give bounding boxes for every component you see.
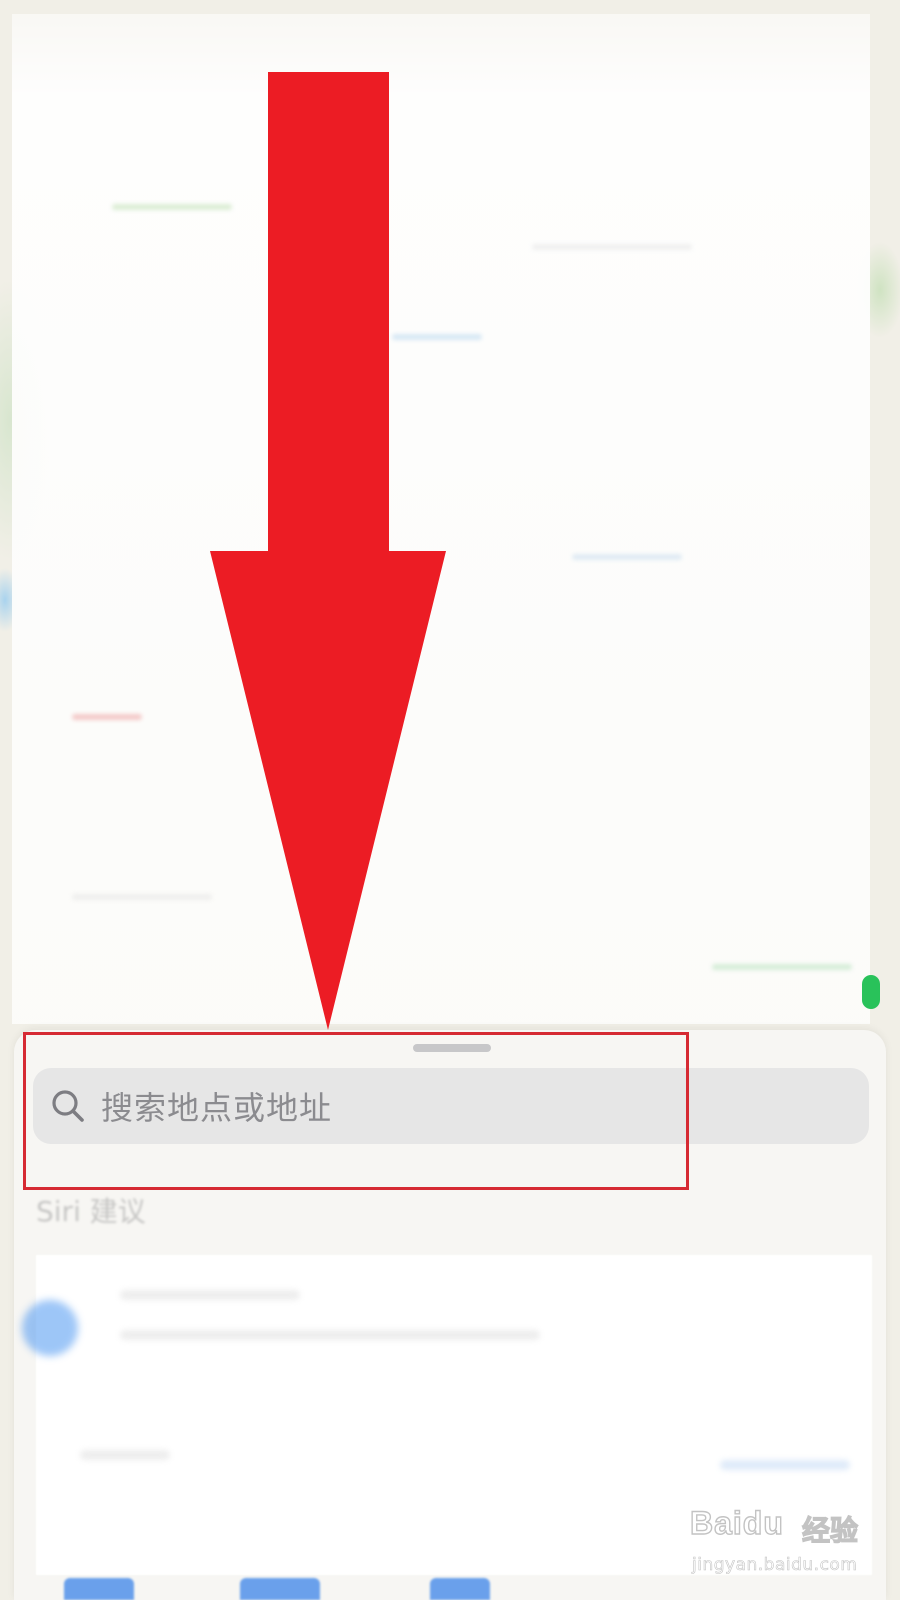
watermark-label: 经验 [801, 1513, 859, 1547]
watermark-logo: Baidu [689, 1504, 784, 1541]
map-road [712, 964, 852, 970]
watermark: Baidu 经验 jingyan.baidu.com [689, 1504, 890, 1585]
suggestion-subtitle [120, 1330, 540, 1340]
map-road [72, 894, 212, 900]
map-road [112, 204, 232, 210]
map-dim-overlay [12, 14, 870, 1024]
suggestion-detail [80, 1450, 170, 1460]
watermark-url: jingyan.baidu.com [692, 1555, 858, 1576]
suggestion-detail [720, 1460, 850, 1470]
siri-suggestions-header: Siri 建议 [36, 1195, 146, 1228]
suggestion-title[interactable] [120, 1290, 300, 1300]
tab-button[interactable] [240, 1578, 320, 1600]
suggestion-place-icon [22, 1300, 78, 1356]
map-road [572, 554, 682, 560]
tab-button[interactable] [430, 1578, 490, 1600]
map-road [532, 244, 692, 250]
annotation-highlight-box [23, 1032, 689, 1190]
map-road [392, 334, 482, 340]
map-road [72, 714, 142, 720]
tab-button[interactable] [64, 1578, 134, 1600]
map-location-marker[interactable] [862, 975, 880, 1009]
